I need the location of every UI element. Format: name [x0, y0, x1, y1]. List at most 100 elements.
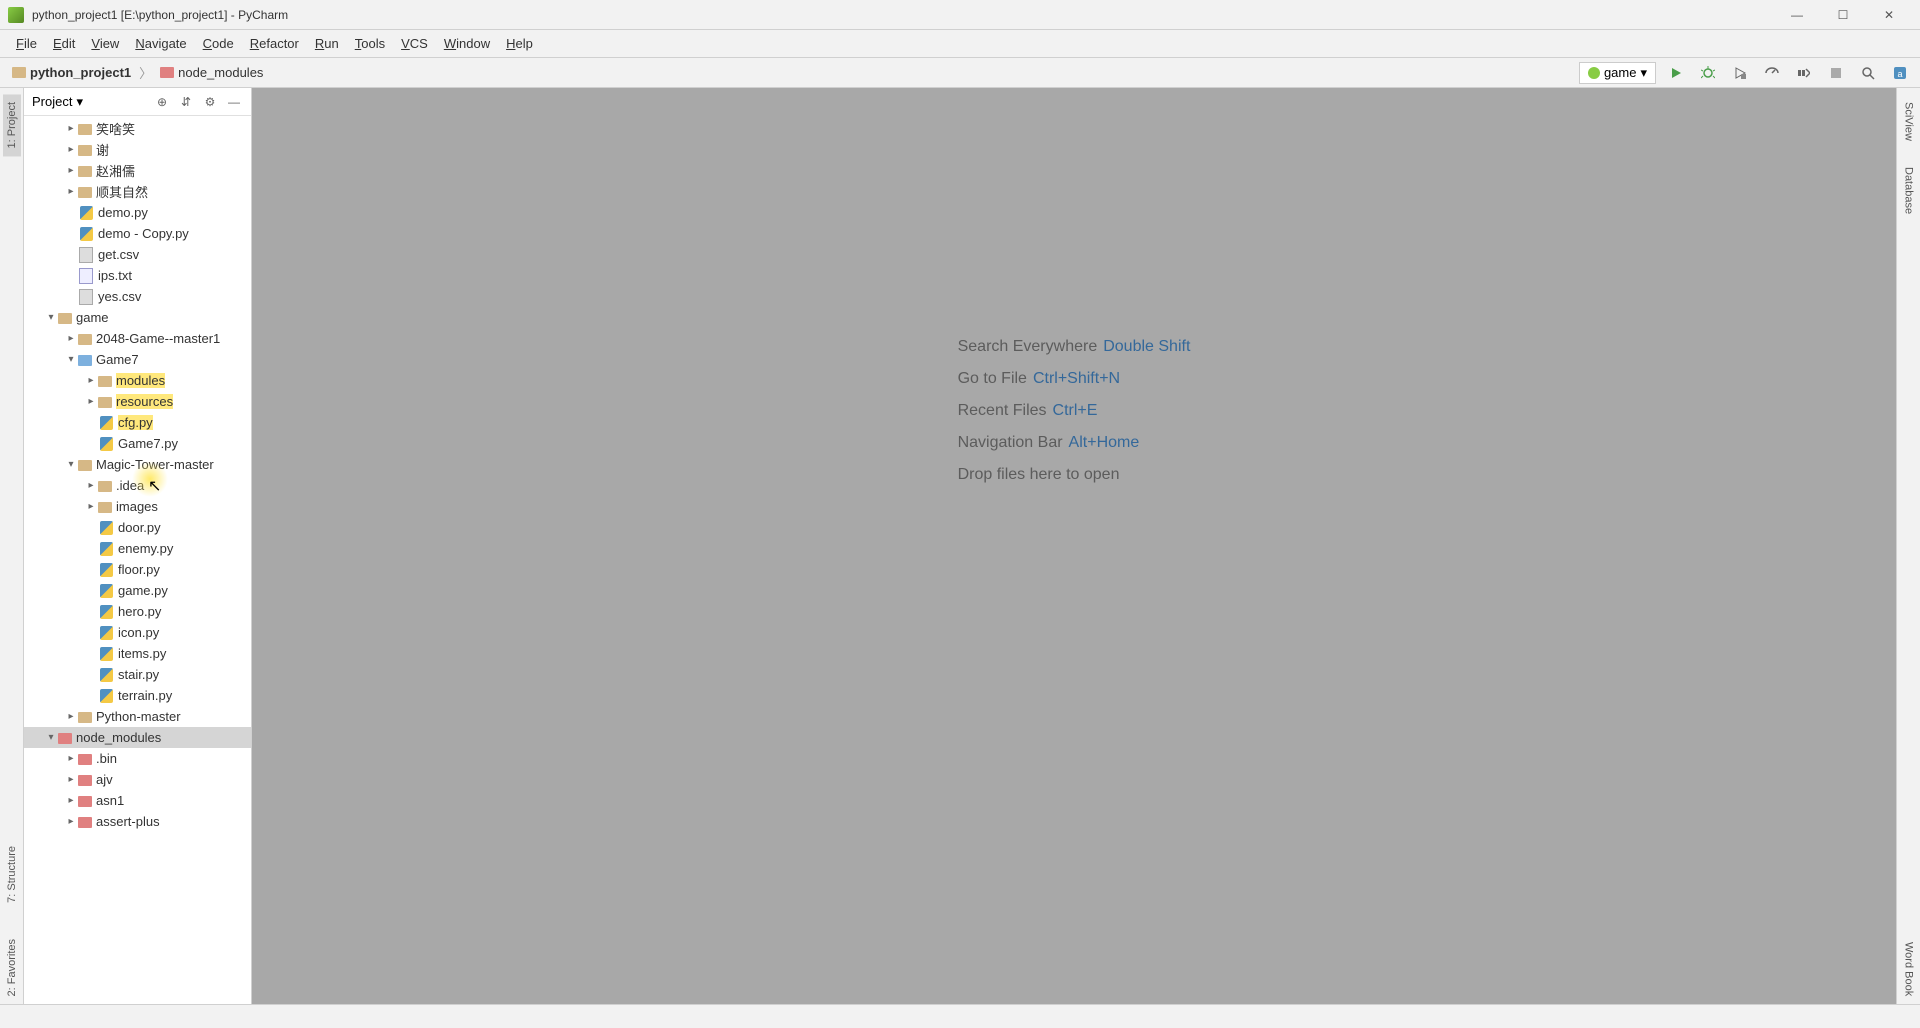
tree-item[interactable]: ▸ips.txt — [24, 265, 251, 286]
tree-item[interactable]: ▸asn1 — [24, 790, 251, 811]
expand-icon[interactable]: ▸ — [64, 144, 78, 155]
tree-item[interactable]: ▸顺其自然 — [24, 181, 251, 202]
hide-icon[interactable]: — — [225, 93, 243, 111]
stop-button[interactable] — [1824, 61, 1848, 85]
right-tab-database[interactable]: Database — [1900, 159, 1918, 222]
chevron-down-icon[interactable]: ▾ — [76, 94, 83, 110]
profile-button[interactable] — [1760, 61, 1784, 85]
expand-icon[interactable]: ▾ — [64, 459, 78, 470]
tree-item[interactable]: ▸modules — [24, 370, 251, 391]
tree-item[interactable]: ▸images — [24, 496, 251, 517]
menu-run[interactable]: Run — [307, 32, 347, 55]
search-everywhere-button[interactable] — [1856, 61, 1880, 85]
pyfile-icon — [98, 605, 114, 619]
tree-item[interactable]: ▸Python-master — [24, 706, 251, 727]
left-tab-structure[interactable]: 7: Structure — [3, 838, 21, 911]
debug-button[interactable] — [1696, 61, 1720, 85]
tree-item[interactable]: ▸stair.py — [24, 664, 251, 685]
locate-icon[interactable]: ⊕ — [153, 93, 171, 111]
coverage-button[interactable] — [1728, 61, 1752, 85]
tree-item[interactable]: ▸demo - Copy.py — [24, 223, 251, 244]
tree-item[interactable]: ▸hero.py — [24, 601, 251, 622]
menu-code[interactable]: Code — [195, 32, 242, 55]
tree-item[interactable]: ▸get.csv — [24, 244, 251, 265]
menu-help[interactable]: Help — [498, 32, 541, 55]
editor-area[interactable]: Search EverywhereDouble ShiftGo to FileC… — [252, 88, 1896, 1004]
tree-item[interactable]: ▸assert-plus — [24, 811, 251, 832]
maximize-button[interactable]: ☐ — [1820, 0, 1866, 30]
tree-item[interactable]: ▸cfg.py — [24, 412, 251, 433]
tree-item[interactable]: ▸.bin — [24, 748, 251, 769]
tree-item[interactable]: ▸ajv — [24, 769, 251, 790]
gear-icon[interactable]: ⚙ — [201, 93, 219, 111]
project-tree[interactable]: ▸笑啥笑▸谢▸赵湘儒▸顺其自然▸demo.py▸demo - Copy.py▸g… — [24, 116, 251, 1004]
pycharm-icon — [8, 7, 24, 23]
tree-item[interactable]: ▸enemy.py — [24, 538, 251, 559]
tree-item[interactable]: ▾game — [24, 307, 251, 328]
expand-icon[interactable]: ▸ — [84, 396, 98, 407]
tree-item[interactable]: ▸demo.py — [24, 202, 251, 223]
tree-item[interactable]: ▸resources — [24, 391, 251, 412]
menu-navigate[interactable]: Navigate — [127, 32, 194, 55]
attach-button[interactable] — [1792, 61, 1816, 85]
breadcrumb-item[interactable]: node_modules — [156, 63, 267, 82]
menu-file[interactable]: File — [8, 32, 45, 55]
close-button[interactable]: ✕ — [1866, 0, 1912, 30]
menu-tools[interactable]: Tools — [347, 32, 393, 55]
breadcrumb-item[interactable]: python_project1 — [8, 63, 135, 82]
expand-icon[interactable]: ▸ — [84, 501, 98, 512]
welcome-shortcut: Ctrl+Shift+N — [1033, 370, 1120, 388]
collapse-all-icon[interactable]: ⇵ — [177, 93, 195, 111]
expand-icon[interactable]: ▸ — [64, 753, 78, 764]
chevron-down-icon: ▾ — [1640, 65, 1647, 81]
tree-item[interactable]: ▾node_modules — [24, 727, 251, 748]
tree-item[interactable]: ▾Magic-Tower-master — [24, 454, 251, 475]
tree-item[interactable]: ▸ 笑啥笑 — [24, 118, 251, 139]
tree-item[interactable]: ▸赵湘儒 — [24, 160, 251, 181]
expand-icon[interactable]: ▸ — [64, 795, 78, 806]
tree-item[interactable]: ▸game.py — [24, 580, 251, 601]
menu-vcs[interactable]: VCS — [393, 32, 436, 55]
tree-item[interactable]: ▸谢 — [24, 139, 251, 160]
tree-item[interactable]: ▸2048-Game--master1 — [24, 328, 251, 349]
tree-item[interactable]: ▸Game7.py — [24, 433, 251, 454]
folder-icon — [98, 481, 112, 492]
expand-icon[interactable]: ▾ — [64, 354, 78, 365]
folder-icon — [78, 712, 92, 723]
menu-view[interactable]: View — [83, 32, 127, 55]
expand-icon[interactable]: ▸ — [64, 816, 78, 827]
tree-item[interactable]: ▸floor.py — [24, 559, 251, 580]
run-config-selector[interactable]: game ▾ — [1579, 62, 1656, 84]
menu-window[interactable]: Window — [436, 32, 498, 55]
pyfile-icon — [98, 542, 114, 556]
tree-item-label: 笑啥笑 — [96, 119, 135, 138]
menu-edit[interactable]: Edit — [45, 32, 83, 55]
expand-icon[interactable]: ▸ — [64, 333, 78, 344]
expand-icon[interactable]: ▸ — [64, 774, 78, 785]
tree-item[interactable]: ▸terrain.py — [24, 685, 251, 706]
tree-item[interactable]: ▸.idea — [24, 475, 251, 496]
expand-icon[interactable]: ▾ — [44, 732, 58, 743]
right-tab-sciview[interactable]: SciView — [1900, 94, 1918, 149]
expand-icon[interactable]: ▾ — [44, 312, 58, 323]
tree-item[interactable]: ▸icon.py — [24, 622, 251, 643]
expand-icon[interactable]: ▸ — [64, 123, 78, 134]
tree-item[interactable]: ▾Game7 — [24, 349, 251, 370]
tree-item[interactable]: ▸yes.csv — [24, 286, 251, 307]
ide-settings-button[interactable]: a — [1888, 61, 1912, 85]
tree-item[interactable]: ▸items.py — [24, 643, 251, 664]
expand-icon[interactable]: ▸ — [84, 375, 98, 386]
expand-icon[interactable]: ▸ — [64, 165, 78, 176]
expand-icon[interactable]: ▸ — [84, 480, 98, 491]
expand-icon[interactable]: ▸ — [64, 186, 78, 197]
left-tab-project[interactable]: 1: Project — [3, 94, 21, 156]
left-tab-favorites[interactable]: 2: Favorites — [3, 931, 21, 1004]
csvfile-icon — [78, 248, 94, 262]
right-tab-word-book[interactable]: Word Book — [1900, 934, 1918, 1004]
minimize-button[interactable]: — — [1774, 0, 1820, 30]
menu-refactor[interactable]: Refactor — [242, 32, 307, 55]
expand-icon[interactable]: ▸ — [64, 711, 78, 722]
run-button[interactable] — [1664, 61, 1688, 85]
tree-item[interactable]: ▸door.py — [24, 517, 251, 538]
project-tool-window: Project ▾ ⊕ ⇵ ⚙ — ▸笑啥笑▸谢▸赵湘儒▸顺其自然▸demo.p… — [24, 88, 252, 1004]
